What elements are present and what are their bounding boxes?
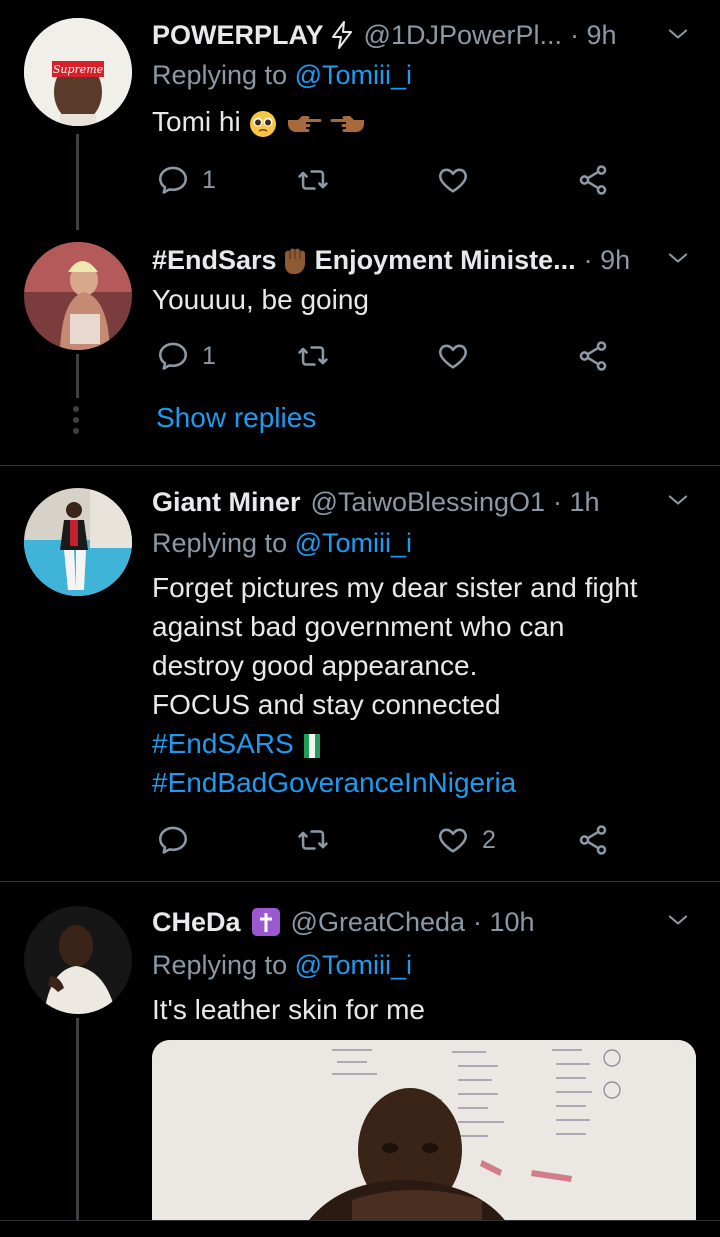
- thread-line: [76, 354, 79, 398]
- like-button[interactable]: 2: [436, 820, 496, 860]
- tweet-header: #EndSars Enjoyment Ministe... · 9h: [152, 240, 690, 280]
- share-icon: [576, 823, 610, 857]
- hashtag-link[interactable]: #EndSARS: [152, 728, 294, 759]
- tweet-text-content: Tomi hi: [152, 106, 241, 137]
- retweet-button[interactable]: [296, 820, 330, 860]
- tweet-text-line: FOCUS and stay connected: [152, 689, 501, 720]
- replying-to: Replying to @Tomiii_i: [152, 528, 412, 559]
- like-button[interactable]: [436, 160, 470, 200]
- like-icon: [436, 823, 470, 857]
- display-name-hashtag[interactable]: #EndSars: [152, 245, 277, 276]
- retweet-button[interactable]: [296, 160, 330, 200]
- timestamp[interactable]: · 9h: [570, 20, 617, 51]
- reply-count: 1: [202, 341, 216, 370]
- chevron-down-icon[interactable]: [664, 486, 692, 514]
- tweet-actions: 1: [152, 336, 632, 376]
- raised-fist-icon: [284, 248, 305, 274]
- user-handle[interactable]: @GreatCheda: [291, 907, 466, 938]
- chevron-down-icon[interactable]: [664, 906, 692, 934]
- retweet-icon: [296, 339, 330, 373]
- display-name[interactable]: CHeDa: [152, 907, 241, 938]
- show-replies-link[interactable]: Show replies: [156, 402, 316, 434]
- tweet-header: POWERPLAY @1DJPowerPl... · 9h: [152, 15, 690, 55]
- reply-icon: [156, 339, 190, 373]
- user-handle[interactable]: @1DJPowerPl...: [364, 20, 562, 51]
- reply-button[interactable]: 1: [156, 160, 216, 200]
- share-button[interactable]: [576, 820, 610, 860]
- flag-fist-icon: [304, 733, 321, 758]
- timestamp[interactable]: · 9h: [584, 245, 631, 276]
- replying-to: Replying to @Tomiii_i: [152, 60, 412, 91]
- tweet[interactable]: Supreme POWERPLAY @1DJPowerPl... · 9h Re…: [0, 0, 720, 230]
- like-count: 2: [482, 825, 496, 854]
- display-name[interactable]: Enjoyment Ministe...: [315, 245, 576, 276]
- share-icon: [576, 163, 610, 197]
- pleading-face-emoji-icon: [250, 110, 277, 137]
- tweet[interactable]: Giant Miner @TaiwoBlessingO1 · 1h Replyi…: [0, 466, 720, 880]
- reply-button[interactable]: [156, 820, 202, 860]
- reply-icon: [156, 163, 190, 197]
- share-button[interactable]: [576, 336, 610, 376]
- retweet-icon: [296, 163, 330, 197]
- retweet-button[interactable]: [296, 336, 330, 376]
- tweet-text: Tomi hi: [152, 102, 692, 141]
- tweet-header: Giant Miner @TaiwoBlessingO1 · 1h: [152, 482, 690, 522]
- replying-to-link[interactable]: @Tomiii_i: [295, 950, 412, 980]
- tweet-text-line: Forget pictures my dear sister and fight: [152, 572, 638, 603]
- avatar[interactable]: [24, 906, 132, 1014]
- reply-icon: [156, 823, 190, 857]
- tweet-header: CHeDa @GreatCheda · 10h: [152, 902, 690, 942]
- timestamp[interactable]: · 10h: [473, 907, 535, 938]
- reply-button[interactable]: 1: [156, 336, 216, 376]
- avatar[interactable]: [24, 242, 132, 350]
- replying-to-label: Replying to: [152, 60, 295, 90]
- tweet-media-image[interactable]: [152, 1040, 696, 1230]
- tweet-text: Forget pictures my dear sister and fight…: [152, 568, 692, 802]
- tweet-text-line: against bad government who can: [152, 611, 565, 642]
- avatar[interactable]: Supreme: [24, 18, 132, 126]
- bottom-edge: [0, 1220, 720, 1237]
- replying-to: Replying to @Tomiii_i: [152, 950, 412, 981]
- display-name[interactable]: Giant Miner: [152, 487, 301, 518]
- tweet-actions: 2: [152, 820, 632, 860]
- replying-to-link[interactable]: @Tomiii_i: [295, 60, 412, 90]
- tweet-text-line: destroy good appearance.: [152, 650, 478, 681]
- replying-to-link[interactable]: @Tomiii_i: [295, 528, 412, 558]
- thread-line: [76, 1018, 79, 1236]
- share-button[interactable]: [576, 160, 610, 200]
- cross-badge-icon: [251, 908, 280, 936]
- tweet-text: It's leather skin for me: [152, 994, 425, 1025]
- avatar[interactable]: [24, 488, 132, 596]
- reply-count: 1: [202, 165, 216, 194]
- chevron-down-icon[interactable]: [664, 20, 692, 48]
- replying-to-label: Replying to: [152, 528, 295, 558]
- user-handle[interactable]: @TaiwoBlessingO1: [311, 487, 546, 518]
- tweet[interactable]: #EndSars Enjoyment Ministe... · 9h Youuu…: [0, 230, 720, 465]
- like-button[interactable]: [436, 336, 470, 376]
- hashtag-link[interactable]: #EndBadGoveranceInNigeria: [152, 763, 692, 802]
- timestamp[interactable]: · 1h: [553, 487, 600, 518]
- supreme-logo-text: Supreme: [53, 63, 104, 76]
- lightning-icon: [331, 21, 352, 49]
- pointing-left-hand-icon: [330, 115, 365, 132]
- tweet-text: Youuuu, be going: [152, 284, 369, 315]
- like-icon: [436, 163, 470, 197]
- more-replies-dots: [73, 406, 79, 439]
- chevron-down-icon[interactable]: [664, 244, 692, 272]
- display-name[interactable]: POWERPLAY: [152, 20, 324, 51]
- thread-line: [76, 134, 79, 230]
- replying-to-label: Replying to: [152, 950, 295, 980]
- pointing-right-hand-icon: [288, 115, 322, 132]
- tweet-actions: 1: [152, 160, 632, 200]
- like-icon: [436, 339, 470, 373]
- share-icon: [576, 339, 610, 373]
- retweet-icon: [296, 823, 330, 857]
